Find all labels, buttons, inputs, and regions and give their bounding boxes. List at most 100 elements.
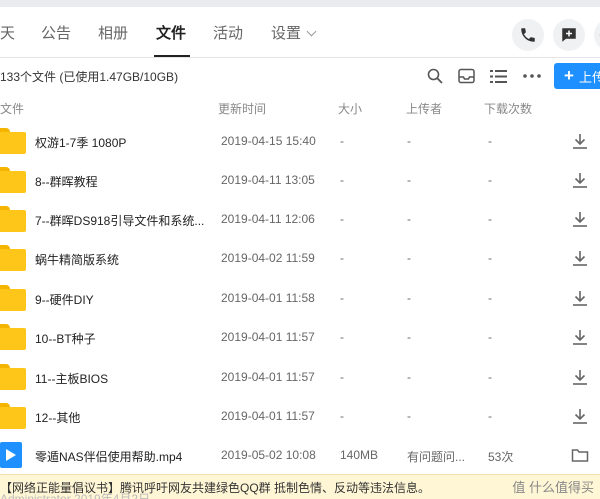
folder-icon: [0, 285, 26, 311]
tab-album[interactable]: 相册: [98, 22, 128, 43]
file-size: -: [340, 330, 344, 344]
file-row[interactable]: 7--群晖DS918引导文件和系统... 2019-04-11 12:06 - …: [0, 200, 600, 239]
tab-settings[interactable]: 设置: [271, 22, 317, 43]
file-size: -: [340, 134, 344, 148]
download-icon[interactable]: [571, 132, 589, 150]
plus-icon: +: [564, 66, 574, 85]
search-icon: [427, 68, 443, 84]
file-summary: 133个文件 (已使用1.47GB/10GB): [0, 70, 179, 84]
column-header-uploader[interactable]: 上传者: [406, 100, 442, 117]
download-icon[interactable]: [571, 407, 589, 425]
file-time: 2019-04-15 15:40: [221, 134, 316, 148]
download-icon[interactable]: [571, 368, 589, 386]
file-name: 10--BT种子: [35, 332, 96, 346]
column-header-size[interactable]: 大小: [338, 100, 362, 117]
file-row[interactable]: 权游1-7季 1080P 2019-04-15 15:40 - - -: [0, 122, 600, 161]
watermark: 值 什么值得买: [512, 480, 594, 495]
download-icon[interactable]: [571, 328, 589, 346]
download-icon[interactable]: [571, 249, 589, 267]
file-download-count: -: [488, 173, 492, 187]
collapse-button[interactable]: [594, 19, 600, 51]
folder-icon: [0, 245, 26, 271]
column-header-time[interactable]: 更新时间: [218, 100, 266, 117]
download-icon[interactable]: [571, 289, 589, 307]
notice-text[interactable]: 【网络正能量倡议书】腾讯呼吁网友共建绿色QQ群 抵制色情、反动等违法信息。: [0, 479, 430, 496]
chevron-down-icon: [306, 26, 317, 37]
upload-button[interactable]: + 上传: [554, 63, 600, 89]
file-row[interactable]: 9--硬件DIY 2019-04-01 11:58 - - -: [0, 279, 600, 318]
file-time: 2019-04-01 11:57: [221, 330, 315, 344]
file-name: 蜗牛精简版系统: [35, 253, 120, 267]
file-download-count: -: [488, 251, 492, 265]
file-size: -: [340, 370, 344, 384]
tab-partial[interactable]: 天: [0, 22, 15, 43]
file-name: 7--群晖DS918引导文件和系统...: [35, 214, 205, 228]
file-time: 2019-04-02 11:59: [221, 251, 315, 265]
file-size: 140MB: [340, 448, 379, 462]
file-download-count: -: [488, 330, 492, 344]
file-name: 9--硬件DIY: [35, 293, 94, 307]
file-size: -: [340, 212, 344, 226]
file-name: 零遁NAS伴侣使用帮助.mp4: [35, 450, 183, 464]
more-button[interactable]: [522, 66, 542, 86]
tab-activities[interactable]: 活动: [213, 22, 243, 43]
file-name: 8--群晖教程: [35, 175, 98, 189]
column-header-download-count[interactable]: 下载次数: [484, 100, 532, 117]
file-row[interactable]: 10--BT种子 2019-04-01 11:57 - - -: [0, 318, 600, 357]
tab-announcements[interactable]: 公告: [41, 22, 71, 43]
file-download-count: -: [488, 370, 492, 384]
search-button[interactable]: [425, 66, 445, 86]
file-time: 2019-04-01 11:57: [221, 370, 315, 384]
file-uploader: -: [407, 134, 411, 148]
file-download-count: -: [488, 409, 492, 423]
inbox-button[interactable]: [456, 66, 476, 86]
file-uploader: -: [407, 173, 411, 187]
file-row[interactable]: 12--其他 2019-04-01 11:57 - - -: [0, 397, 600, 436]
file-size: -: [340, 409, 344, 423]
file-table-header: 文件 更新时间 大小 上传者 下载次数: [0, 98, 600, 118]
file-row[interactable]: 零遁NAS伴侣使用帮助.mp4 2019-05-02 10:08 140MB 有…: [0, 436, 600, 475]
file-uploader: -: [407, 409, 411, 423]
download-icon[interactable]: [571, 210, 589, 228]
file-uploader: -: [407, 291, 411, 305]
tab-files[interactable]: 文件: [156, 22, 186, 43]
file-name: 权游1-7季 1080P: [35, 136, 127, 150]
file-time: 2019-04-01 11:57: [221, 409, 315, 423]
file-row[interactable]: 11--主板BIOS 2019-04-01 11:57 - - -: [0, 358, 600, 397]
file-uploader: 有问题问...: [407, 450, 466, 464]
file-time: 2019-04-11 13:05: [221, 173, 315, 187]
window-top-strip: [0, 0, 600, 7]
column-header-name[interactable]: 文件: [0, 100, 24, 117]
file-size: -: [340, 251, 344, 265]
file-time: 2019-04-11 12:06: [221, 212, 315, 226]
folder-icon: [0, 167, 26, 193]
phone-button[interactable]: [512, 19, 544, 51]
more-icon: [523, 74, 541, 78]
upload-label: 上传: [578, 69, 600, 85]
phone-icon: [521, 28, 535, 42]
file-download-count: -: [488, 212, 492, 226]
file-size: -: [340, 291, 344, 305]
file-time: 2019-05-02 10:08: [221, 448, 316, 462]
tab-settings-label: 设置: [271, 25, 302, 42]
file-row[interactable]: 8--群晖教程 2019-04-11 13:05 - - -: [0, 161, 600, 200]
folder-icon: [0, 324, 26, 350]
file-uploader: -: [407, 370, 411, 384]
file-time: 2019-04-01 11:58: [221, 291, 315, 305]
file-download-count: 53次: [488, 450, 514, 464]
list-icon: [489, 69, 507, 83]
file-toolbar: 133个文件 (已使用1.47GB/10GB) + 上传: [0, 58, 600, 94]
file-uploader: -: [407, 330, 411, 344]
file-download-count: -: [488, 291, 492, 305]
folder-open-icon[interactable]: [571, 446, 589, 464]
file-name: 11--主板BIOS: [35, 372, 109, 386]
file-name: 12--其他: [35, 411, 81, 425]
file-row[interactable]: 蜗牛精简版系统 2019-04-02 11:59 - - -: [0, 239, 600, 278]
folder-icon: [0, 128, 26, 154]
file-size: -: [340, 173, 344, 187]
list-view-button[interactable]: [488, 66, 508, 86]
inbox-icon: [457, 68, 475, 84]
download-icon[interactable]: [571, 171, 589, 189]
chat-plus-button[interactable]: [553, 19, 585, 51]
folder-icon: [0, 364, 26, 390]
